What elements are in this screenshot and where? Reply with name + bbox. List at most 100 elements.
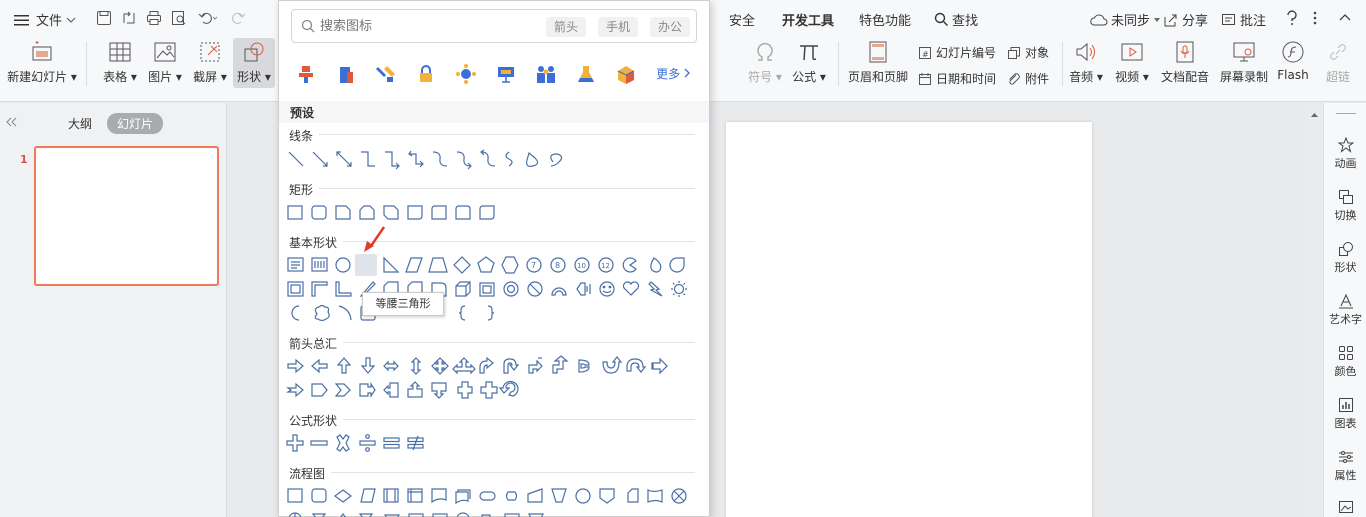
pane-image[interactable] (1324, 499, 1366, 515)
object-button[interactable]: 对象 (1007, 44, 1049, 61)
more-vertical-icon[interactable] (1312, 10, 1318, 26)
caret-icon (1154, 17, 1161, 22)
recommended-icons: 更多 (291, 59, 697, 89)
chip-office[interactable]: 办公 (650, 17, 691, 37)
header-footer-label: 页眉和页脚 (847, 70, 908, 84)
flash-button[interactable]: Flash (1266, 40, 1320, 82)
table-icon (109, 42, 131, 62)
screenshot-button[interactable]: 截屏 ▾ (182, 40, 238, 85)
slide-number: 1 (20, 153, 28, 166)
pane-color[interactable]: 颜色 (1324, 345, 1366, 379)
share-button[interactable]: 分享 (1163, 10, 1208, 29)
transition-icon (1338, 190, 1353, 204)
category-divider (331, 472, 695, 473)
sync-label: 未同步 (1111, 14, 1151, 29)
chip-phone[interactable]: 手机 (598, 17, 639, 37)
find-button[interactable]: 查找 (934, 10, 978, 29)
tab-security[interactable]: 安全 (729, 10, 755, 29)
save-icon[interactable] (96, 10, 112, 26)
audio-button[interactable]: 音频 ▾ (1060, 40, 1112, 85)
building-icon[interactable] (335, 63, 357, 85)
header-footer-button[interactable]: 页眉和页脚 (846, 40, 910, 85)
screen-record-button[interactable]: 屏幕录制 (1216, 40, 1272, 85)
basic-shapes-grid[interactable]: 7 8 10 12 (285, 254, 705, 326)
pane-grip (1336, 113, 1356, 114)
team-icon[interactable] (535, 63, 557, 85)
category-divider (319, 134, 695, 135)
more-icons-link[interactable]: 更多 (656, 65, 691, 82)
header-footer-icon (869, 41, 887, 63)
rectangles-shape-grid[interactable] (285, 202, 705, 224)
category-divider (343, 342, 695, 343)
flask-icon[interactable] (575, 63, 597, 85)
new-slide-button[interactable]: 新建幻灯片 ▾ (7, 40, 77, 85)
collapse-ribbon-icon[interactable] (1338, 12, 1352, 22)
tab-slides[interactable]: 幻灯片 (107, 113, 164, 134)
paperclip-icon (1009, 72, 1020, 85)
comment-button[interactable]: 批注 (1221, 10, 1266, 29)
undo-icon[interactable] (198, 10, 218, 26)
export-icon[interactable] (121, 10, 137, 26)
equation-shapes-grid[interactable] (285, 432, 705, 454)
pi-icon (800, 45, 818, 61)
pane-transition[interactable]: 切换 (1324, 189, 1366, 223)
narration-button[interactable]: 文档配音 (1157, 40, 1213, 85)
collapse-panel-icon[interactable] (6, 117, 18, 127)
search-icon (301, 19, 315, 33)
video-label: 视频 (1115, 70, 1140, 84)
new-slide-label: 新建幻灯片 (7, 70, 68, 84)
package-icon[interactable] (615, 63, 637, 85)
pane-animation[interactable]: 动画 (1324, 137, 1366, 171)
pane-properties[interactable]: 属性 (1324, 449, 1366, 483)
scroll-up-icon[interactable] (1310, 111, 1319, 120)
slide-number-button[interactable]: # 幻灯片编号 (918, 44, 996, 61)
icon-search[interactable]: 箭头 手机 办公 (291, 9, 697, 43)
preset-label: 预设 (290, 106, 315, 120)
omega-icon (757, 42, 773, 61)
speaker-icon (1076, 42, 1095, 62)
category-rectangles: 矩形 (289, 183, 314, 197)
tab-developer-tools[interactable]: 开发工具 (782, 10, 834, 29)
table-label: 表格 (103, 70, 128, 84)
pane-wordart[interactable]: 艺术字 (1324, 293, 1366, 327)
ribbon-separator (86, 42, 87, 86)
cloud-icon (1090, 13, 1108, 25)
attachment-button[interactable]: 附件 (1007, 70, 1049, 87)
video-button[interactable]: 视频 ▾ (1106, 40, 1158, 85)
sync-status[interactable]: 未同步 (1090, 10, 1161, 29)
search-icon (934, 12, 948, 26)
presentation-icon[interactable] (495, 63, 517, 85)
help-icon[interactable] (1285, 10, 1299, 26)
shape-tooltip: 等腰三角形 (362, 292, 444, 316)
pane-shape[interactable]: 形状 (1324, 241, 1366, 275)
new-slide-icon (32, 41, 52, 61)
shape-label: 形状 (237, 70, 262, 84)
tools-icon[interactable] (375, 63, 397, 85)
vertical-scrollbar[interactable] (1306, 103, 1323, 517)
file-menu[interactable]: 文件 (14, 10, 76, 29)
object-label: 对象 (1025, 46, 1050, 60)
redo-icon[interactable] (230, 10, 250, 26)
hyperlink-button[interactable]: 超链 (1318, 40, 1358, 85)
slide-canvas[interactable] (726, 122, 1092, 517)
chip-arrow[interactable]: 箭头 (546, 17, 587, 37)
category-divider (319, 188, 695, 189)
network-icon[interactable] (455, 63, 477, 85)
lines-shape-grid[interactable] (285, 148, 705, 170)
shape-button[interactable]: 形状 ▾ (233, 38, 275, 88)
flowchart-shapes-grid[interactable] (285, 485, 705, 517)
tab-outline[interactable]: 大纲 (58, 113, 102, 134)
calendar-icon (919, 72, 931, 85)
print-icon[interactable] (146, 10, 162, 26)
person-desk-icon[interactable] (295, 63, 317, 85)
slide-thumbnail[interactable] (34, 146, 219, 286)
pane-chart[interactable]: 图表 (1324, 397, 1366, 431)
formula-button[interactable]: 公式 ▾ (780, 40, 838, 85)
arrows-shape-grid[interactable] (285, 355, 705, 401)
object-icon (1008, 46, 1020, 59)
lock-icon[interactable] (415, 63, 437, 85)
icon-search-input[interactable] (320, 17, 520, 35)
tab-special-features[interactable]: 特色功能 (859, 10, 911, 29)
datetime-button[interactable]: 日期和时间 (918, 70, 996, 87)
print-preview-icon[interactable] (171, 10, 187, 26)
